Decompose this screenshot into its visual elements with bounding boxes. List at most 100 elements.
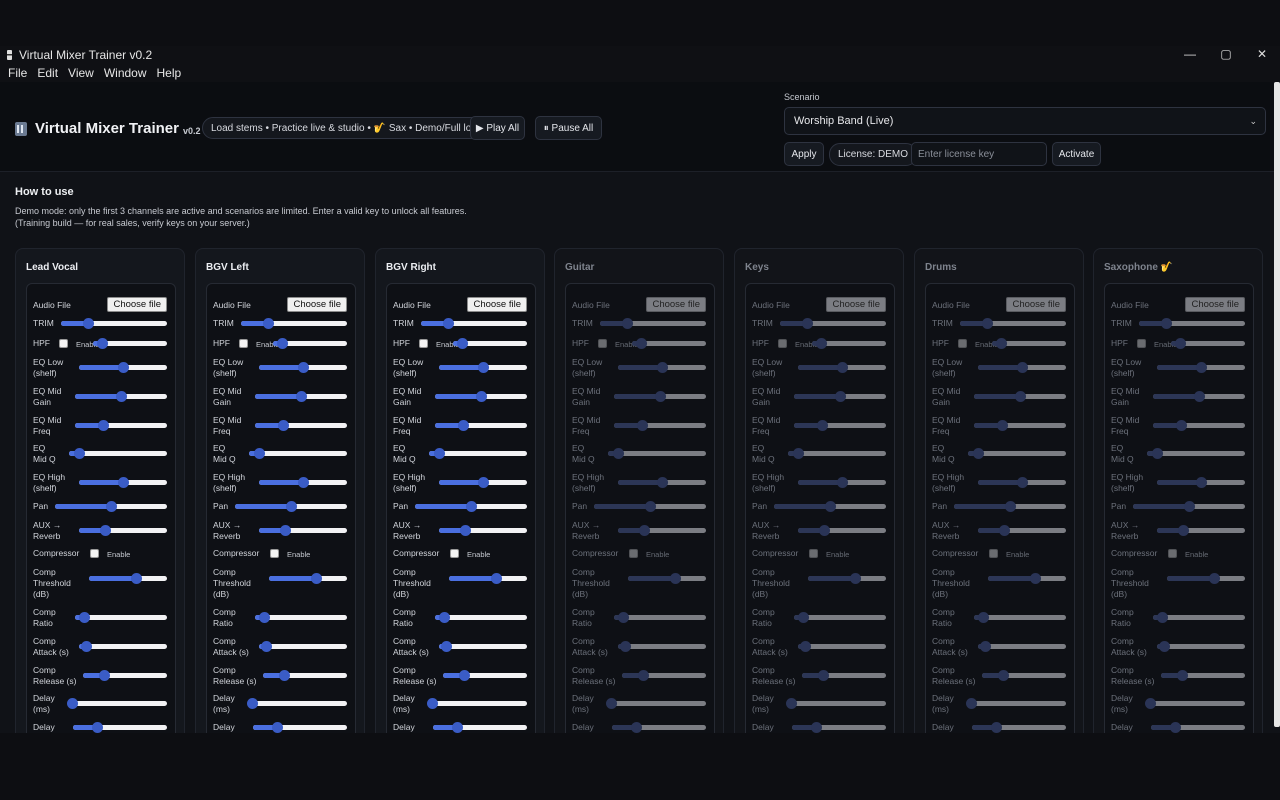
slider-knob[interactable]	[280, 525, 292, 536]
slider-knob[interactable]	[116, 391, 127, 402]
hpf-slider[interactable]	[273, 338, 347, 349]
slider-knob[interactable]	[478, 362, 489, 373]
eq-high-slider[interactable]	[259, 477, 347, 488]
close-icon[interactable]: ✕	[1244, 46, 1280, 64]
choose-file-button[interactable]: Choose file	[467, 297, 527, 312]
slider-knob[interactable]	[490, 573, 502, 584]
eq-q-slider[interactable]	[249, 448, 347, 459]
compressor-enable-checkbox[interactable]	[270, 549, 279, 558]
slider-knob[interactable]	[253, 448, 265, 459]
slider-knob[interactable]	[262, 318, 274, 329]
scenario-select[interactable]: Worship Band (Live) ⌄	[784, 107, 1266, 135]
release-slider[interactable]	[263, 670, 347, 681]
slider-knob[interactable]	[433, 448, 445, 459]
hpf-slider[interactable]	[93, 338, 167, 349]
eq-high-slider[interactable]	[79, 477, 167, 488]
slider-knob[interactable]	[476, 391, 487, 402]
slider-knob[interactable]	[246, 698, 258, 709]
eq-high-slider[interactable]	[439, 477, 527, 488]
threshold-slider[interactable]	[269, 573, 347, 584]
eq-mid-gain-slider[interactable]	[435, 391, 527, 402]
slider-knob[interactable]	[286, 501, 297, 512]
slider-knob[interactable]	[460, 525, 472, 536]
hpf-enable-checkbox[interactable]	[419, 339, 428, 348]
slider-knob[interactable]	[106, 501, 117, 512]
aux-slider[interactable]	[79, 525, 167, 536]
slider-knob[interactable]	[298, 477, 309, 488]
ratio-slider[interactable]	[75, 612, 167, 623]
slider-knob[interactable]	[456, 338, 468, 349]
choose-file-button[interactable]: Choose file	[107, 297, 167, 312]
slider-knob[interactable]	[441, 641, 453, 652]
trim-slider[interactable]	[61, 318, 167, 329]
eq-mid-freq-slider[interactable]	[435, 420, 527, 431]
release-slider[interactable]	[83, 670, 167, 681]
slider-knob[interactable]	[478, 477, 489, 488]
slider-knob[interactable]	[442, 318, 454, 329]
slider-knob[interactable]	[259, 612, 271, 623]
aux-slider[interactable]	[259, 525, 347, 536]
menu-view[interactable]: View	[68, 66, 94, 80]
slider-knob[interactable]	[451, 722, 463, 733]
slider-knob[interactable]	[439, 612, 451, 623]
attack-slider[interactable]	[79, 641, 167, 652]
slider-knob[interactable]	[457, 420, 469, 431]
delay2-slider[interactable]	[253, 722, 347, 733]
slider-knob[interactable]	[118, 362, 129, 373]
slider-knob[interactable]	[459, 670, 470, 681]
slider-knob[interactable]	[261, 641, 273, 652]
attack-slider[interactable]	[439, 641, 527, 652]
slider-knob[interactable]	[277, 420, 289, 431]
slider-knob[interactable]	[466, 501, 477, 512]
menu-help[interactable]: Help	[157, 66, 182, 80]
hpf-enable-checkbox[interactable]	[239, 339, 248, 348]
eq-mid-freq-slider[interactable]	[255, 420, 347, 431]
hpf-slider[interactable]	[453, 338, 527, 349]
slider-knob[interactable]	[79, 612, 91, 623]
attack-slider[interactable]	[259, 641, 347, 652]
slider-knob[interactable]	[276, 338, 288, 349]
compressor-enable-checkbox[interactable]	[90, 549, 99, 558]
eq-q-slider[interactable]	[69, 448, 167, 459]
delay-slider[interactable]	[426, 698, 527, 709]
slider-knob[interactable]	[296, 391, 307, 402]
slider-knob[interactable]	[99, 670, 110, 681]
eq-low-slider[interactable]	[259, 362, 347, 373]
slider-knob[interactable]	[310, 573, 322, 584]
scrollbar-thumb[interactable]	[1274, 82, 1280, 727]
eq-low-slider[interactable]	[79, 362, 167, 373]
pan-slider[interactable]	[55, 501, 167, 512]
slider-knob[interactable]	[82, 318, 94, 329]
slider-knob[interactable]	[426, 698, 438, 709]
eq-mid-freq-slider[interactable]	[75, 420, 167, 431]
slider-knob[interactable]	[298, 362, 309, 373]
ratio-slider[interactable]	[435, 612, 527, 623]
slider-knob[interactable]	[66, 698, 78, 709]
maximize-icon[interactable]: ▢	[1208, 46, 1244, 64]
eq-low-slider[interactable]	[439, 362, 527, 373]
activate-button[interactable]: Activate	[1052, 142, 1101, 166]
trim-slider[interactable]	[241, 318, 347, 329]
scrollbar[interactable]	[1274, 82, 1280, 733]
slider-knob[interactable]	[100, 525, 112, 536]
slider-knob[interactable]	[91, 722, 103, 733]
pause-all-button[interactable]: ⏸ Pause All	[535, 116, 602, 140]
slider-knob[interactable]	[97, 420, 109, 431]
delay-slider[interactable]	[246, 698, 347, 709]
pan-slider[interactable]	[415, 501, 527, 512]
slider-knob[interactable]	[81, 641, 93, 652]
license-key-input[interactable]: Enter license key	[911, 142, 1047, 166]
menu-window[interactable]: Window	[104, 66, 147, 80]
eq-mid-gain-slider[interactable]	[75, 391, 167, 402]
release-slider[interactable]	[443, 670, 527, 681]
ratio-slider[interactable]	[255, 612, 347, 623]
eq-mid-gain-slider[interactable]	[255, 391, 347, 402]
menu-edit[interactable]: Edit	[37, 66, 58, 80]
aux-slider[interactable]	[439, 525, 527, 536]
eq-q-slider[interactable]	[429, 448, 527, 459]
minimize-icon[interactable]: —	[1172, 46, 1208, 64]
hpf-enable-checkbox[interactable]	[59, 339, 68, 348]
slider-knob[interactable]	[271, 722, 283, 733]
play-all-button[interactable]: ▶ Play All	[470, 116, 525, 140]
slider-knob[interactable]	[96, 338, 108, 349]
